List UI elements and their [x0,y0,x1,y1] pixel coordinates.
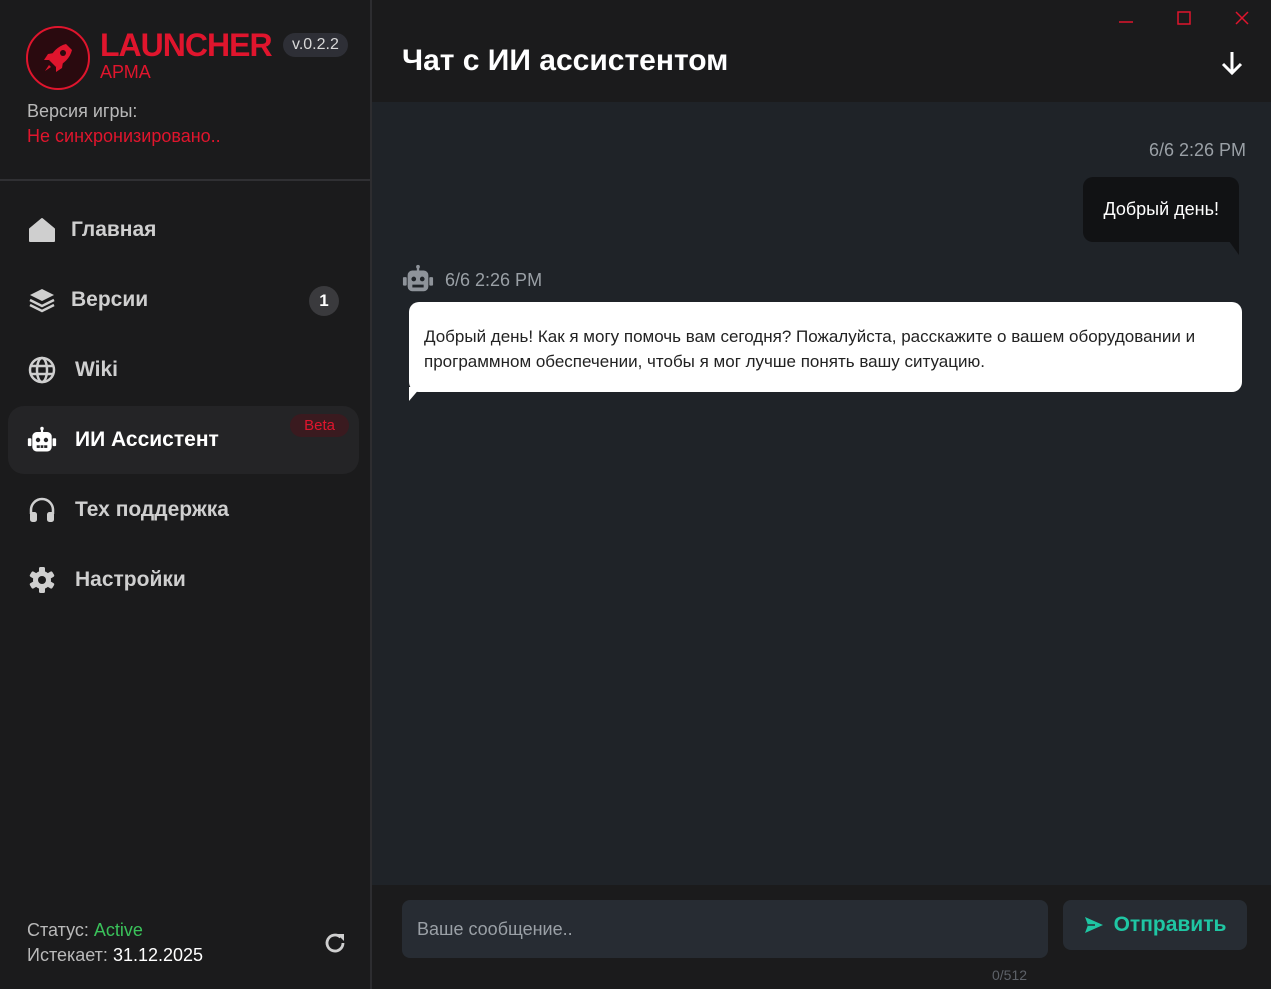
sidebar: LAUNCHER АРМА v.0.2.2 Версия игры: Не си… [0,0,370,989]
status-label: Статус: [27,920,89,940]
sidebar-item-label: ИИ Ассистент [75,428,219,451]
arrow-down-icon [1221,52,1243,76]
send-button[interactable]: Отправить [1063,900,1247,950]
sidebar-divider [0,179,370,181]
message-input[interactable] [402,900,1048,958]
scroll-down-button[interactable] [1217,48,1247,78]
sidebar-item-home[interactable]: Главная [8,196,359,264]
sidebar-item-label: Главная [71,218,157,241]
versions-count-badge: 1 [309,286,339,316]
robot-icon [27,425,57,455]
main-panel: Чат с ИИ ассистентом 6/6 2:26 PM Добрый … [372,0,1271,989]
logo [26,26,90,90]
layers-icon [27,285,57,315]
refresh-button[interactable] [322,930,348,956]
app-subtitle: АРМА [100,62,151,82]
sidebar-item-ai-assistant[interactable]: ИИ Ассистент Beta [8,406,359,474]
account-status: Статус: Active [27,920,143,941]
refresh-icon [325,933,345,953]
rocket-icon [44,44,72,72]
robot-icon [402,264,434,292]
close-button[interactable] [1213,0,1271,36]
sidebar-item-label: Wiki [75,358,118,381]
expires-label: Истекает: [27,945,108,965]
window-controls [1097,0,1271,36]
sidebar-item-wiki[interactable]: Wiki [8,336,359,404]
chat-header: Чат с ИИ ассистентом [372,0,1271,102]
minimize-icon [1119,21,1133,23]
game-version-label: Версия игры: [27,101,138,121]
sidebar-item-settings[interactable]: Настройки [8,546,359,614]
assistant-message: Добрый день! Как я могу помочь вам сегод… [409,302,1242,392]
status-value: Active [93,920,143,940]
message-timestamp: 6/6 2:26 PM [445,270,543,290]
home-icon [27,215,57,245]
expires-value: 31.12.2025 [112,945,204,965]
assistant-message-tail [409,387,421,401]
account-expires: Истекает: 31.12.2025 [27,945,203,966]
page-title: Чат с ИИ ассистентом [402,44,729,77]
version-badge: v.0.2.2 [283,33,348,57]
minimize-button[interactable] [1097,0,1155,36]
assistant-avatar [402,264,434,294]
close-icon [1235,11,1249,25]
sidebar-item-label: Настройки [75,568,186,591]
app-title: LAUNCHER [100,27,273,63]
sidebar-item-label: Версии [71,288,149,311]
maximize-icon [1177,11,1191,25]
headphones-icon [27,495,57,525]
sidebar-item-versions[interactable]: Версии 1 [8,266,359,334]
globe-icon [27,355,57,385]
send-icon [1084,916,1104,934]
sidebar-item-support[interactable]: Тех поддержка [8,476,359,544]
maximize-button[interactable] [1155,0,1213,36]
user-message-tail [1229,241,1239,255]
message-composer: Отправить 0/512 [372,885,1271,989]
sidebar-item-label: Тех поддержка [75,498,229,521]
user-message: Добрый день! [1083,177,1239,242]
send-button-label: Отправить [1113,913,1227,936]
game-version-status: Не синхронизировано.. [27,126,221,146]
gear-icon [27,565,57,595]
chat-messages: 6/6 2:26 PM Добрый день! 6/6 2:26 PM Доб… [372,102,1271,885]
beta-badge: Beta [290,414,349,437]
char-counter: 0/512 [992,967,1028,983]
message-timestamp: 6/6 2:26 PM [1148,140,1246,160]
